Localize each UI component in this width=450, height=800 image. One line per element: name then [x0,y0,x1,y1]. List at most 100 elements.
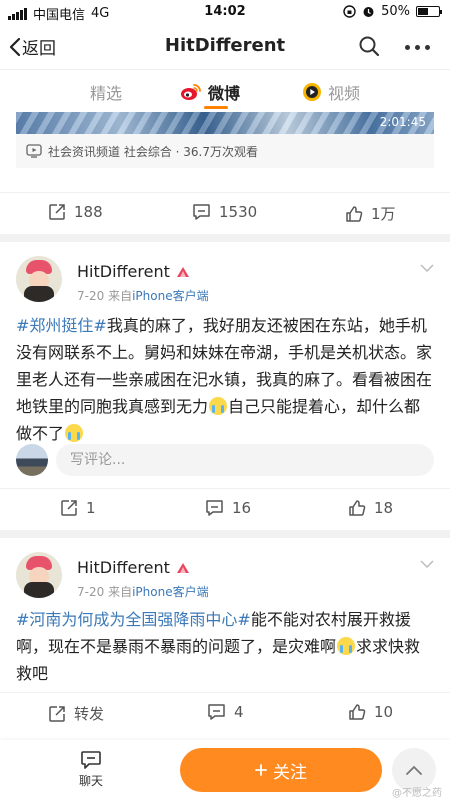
orientation-lock-icon [343,5,356,18]
post-actions: 1 16 18 [0,488,450,528]
repost-icon [49,204,65,220]
like-count: 10 [374,703,394,721]
bottom-bar: 聊天 关注 @不愿之药 [0,740,450,800]
repost-button[interactable]: 转发 [48,703,104,724]
video-source-bar[interactable]: 社会资讯频道 社会综合 · 36.7万次观看 [16,134,434,168]
profile-tabs: 精选 微博 视频 [0,70,450,112]
chevron-up-icon [406,765,422,775]
tab-video[interactable]: 视频 [302,80,360,104]
post-date: 7-20 [77,289,105,303]
like-button[interactable]: 10 [348,703,393,721]
comment-count: 1530 [219,203,258,221]
plus-icon [255,764,267,776]
page-title: HitDifferent [164,35,286,56]
comment-icon [193,204,210,220]
hashtag-link[interactable]: #郑州挺住# [16,316,107,335]
tv-icon [26,144,42,158]
watermark: @不愿之药 [392,788,442,799]
hashtag-link[interactable]: #河南为何成为全国强降雨中心# [16,610,251,629]
post-header [16,552,62,598]
chevron-down-icon[interactable] [420,560,434,569]
search-icon [359,36,380,57]
tab-weibo[interactable]: 微博 [180,80,240,104]
repost-icon [49,705,65,722]
active-tab-indicator [204,106,228,109]
tab-featured[interactable]: 精选 [90,80,122,104]
comment-icon [206,500,223,516]
like-button[interactable]: 18 [348,499,393,517]
like-icon [349,500,366,516]
comment-input[interactable]: 写评论... [56,444,434,476]
video-post-actions: 188 1530 1万 [0,192,450,232]
tab-label: 视频 [328,84,361,103]
comment-button[interactable]: 1530 [192,203,257,221]
more-button[interactable] [405,45,430,50]
alarm-icon [363,7,374,17]
crying-emoji-icon [337,637,356,655]
chat-icon [81,751,101,769]
back-label: 返回 [22,39,56,59]
video-duration: 2:01:45 [379,115,426,129]
like-icon [349,704,366,720]
battery-fill [418,8,428,15]
weibo-icon [181,84,201,100]
post-actions: 转发 4 10 [0,692,450,732]
post-text: #郑州挺住#我真的麻了，我好朋友还被困在东站，她手机没有网联系不上。舅妈和妹妹在… [16,312,436,447]
repost-button[interactable]: 1 [60,499,96,517]
post-source: iPhone客户端 [132,289,209,303]
post-card: HitDifferent 7-20 来自iPhone客户端 #河南为何成为全国强… [0,538,450,740]
video-post-card: 2:01:45 社会资讯频道 社会综合 · 36.7万次观看 188 1530 … [0,112,450,234]
my-avatar [16,444,48,476]
tab-label: 微博 [208,84,241,103]
repost-icon [61,500,77,516]
tab-label: 精选 [90,84,123,103]
battery-icon [416,6,442,17]
like-icon [346,205,363,222]
repost-count: 1 [86,499,96,517]
comment-button[interactable]: 4 [207,703,244,721]
status-right: 50% [343,4,442,19]
post-date: 7-20 [77,585,105,599]
vip-badge-icon [176,266,189,277]
user-name[interactable]: HitDifferent [77,558,209,577]
battery-percent: 50% [381,4,410,19]
comment-count: 4 [234,703,244,721]
post-source-prefix: 来自 [108,289,133,303]
crying-emoji-icon [65,424,84,442]
like-count: 1万 [371,205,396,223]
back-button[interactable]: 返回 [8,34,56,59]
user-block: HitDifferent 7-20 来自iPhone客户端 [77,558,209,600]
chevron-down-icon[interactable] [420,264,434,273]
user-name[interactable]: HitDifferent [77,262,209,281]
follow-label: 关注 [273,762,307,783]
nav-bar: 返回 HitDifferent [0,24,450,70]
comment-count: 16 [232,499,252,517]
post-source: iPhone客户端 [132,585,209,599]
comment-button[interactable]: 16 [205,499,251,517]
video-source-text: 社会资讯频道 社会综合 · 36.7万次观看 [48,144,258,159]
comment-icon [208,704,225,720]
chat-button[interactable]: 聊天 [74,750,108,789]
repost-button[interactable]: 188 [48,203,103,221]
post-text: #河南为何成为全国强降雨中心#能不能对农村展开救援啊，现在不是暴雨不暴雨的问题了… [16,606,436,687]
search-button[interactable] [358,35,380,57]
like-button[interactable]: 1万 [345,203,396,224]
post-source-prefix: 来自 [108,585,133,599]
post-card: HitDifferent 7-20 来自iPhone客户端 #郑州挺住#我真的麻… [0,242,450,530]
crying-emoji-icon [209,397,228,415]
like-count: 18 [374,499,394,517]
status-bar: 中国电信 4G 14:02 50% [0,0,450,24]
repost-count: 188 [74,203,103,221]
more-icon [405,45,410,50]
avatar[interactable] [16,552,62,598]
repost-label: 转发 [74,705,105,723]
user-block: HitDifferent 7-20 来自iPhone客户端 [77,262,209,304]
post-header [16,256,62,302]
post-meta: 7-20 来自iPhone客户端 [77,583,209,600]
follow-button[interactable]: 关注 [180,748,382,792]
avatar[interactable] [16,256,62,302]
user-name-text: HitDifferent [77,262,170,281]
video-thumbnail[interactable]: 2:01:45 [16,112,434,134]
user-name-text: HitDifferent [77,558,170,577]
post-meta: 7-20 来自iPhone客户端 [77,287,209,304]
